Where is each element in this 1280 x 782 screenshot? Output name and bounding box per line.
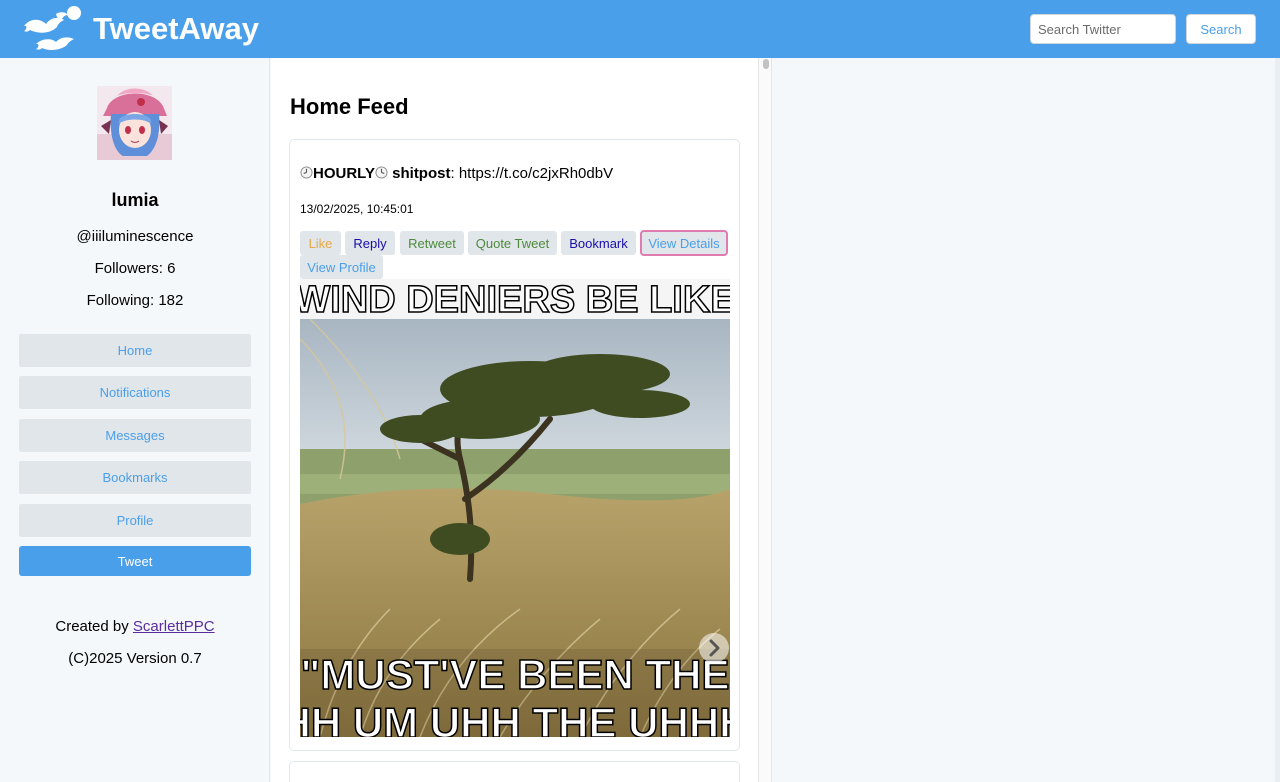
credit-link[interactable]: ScarlettPPC (133, 618, 215, 635)
nav-home-button[interactable]: Home (19, 334, 251, 367)
avatar[interactable] (97, 86, 172, 160)
view-details-button[interactable]: View Details (640, 230, 728, 256)
search-input[interactable] (1030, 14, 1176, 44)
right-column (772, 58, 1280, 782)
tweet-button[interactable]: Tweet (19, 546, 251, 576)
clock-icon (300, 166, 313, 179)
retweet-button[interactable]: Retweet (400, 231, 464, 255)
nav-bookmarks-button[interactable]: Bookmarks (19, 461, 251, 494)
avatar-image (97, 86, 172, 160)
like-button[interactable]: Like (300, 231, 341, 255)
meme-caption-bottom-2: HH UM UHH THE UHHH (300, 699, 730, 737)
nav-notifications-button[interactable]: Notifications (19, 376, 251, 409)
followers-count: Followers: 6 (94, 260, 176, 277)
credit-line: Created by ScarlettPPC (0, 618, 270, 635)
reply-button[interactable]: Reply (345, 231, 395, 255)
sidebar: lumia @iiiluminescence Followers: 6 Foll… (0, 58, 270, 782)
view-profile-button[interactable]: View Profile (300, 255, 383, 279)
tweet-hourly-label: HOURLY (313, 165, 375, 182)
tweet-text: HOURLY shitpost: https://t.co/c2jxRh0dbV (300, 165, 613, 182)
clock-icon (375, 166, 388, 179)
tweet-author[interactable]: shitpost (392, 165, 450, 182)
scrollbar-thumb[interactable] (763, 59, 769, 69)
nav-profile-button[interactable]: Profile (19, 504, 251, 537)
following-count: Following: 182 (86, 292, 184, 309)
meme-image: WIND DENIERS BE LIKE "MUST'VE BEEN THE H… (300, 279, 730, 737)
tweetaway-logo-icon (24, 6, 81, 50)
brand-title: TweetAway (93, 11, 259, 46)
bookmark-button[interactable]: Bookmark (561, 231, 636, 255)
next-image-chevron-icon[interactable] (698, 632, 730, 664)
page-title: Home Feed (290, 94, 409, 119)
tweet-card-next (289, 761, 740, 782)
tweet-media-image[interactable]: WIND DENIERS BE LIKE "MUST'VE BEEN THE H… (300, 279, 730, 737)
window-right-edge (1275, 58, 1280, 782)
meme-caption-bottom-1: "MUST'VE BEEN THE (301, 651, 730, 698)
feed-scrollbar[interactable] (758, 58, 772, 782)
tweet-link[interactable]: : https://t.co/c2jxRh0dbV (450, 165, 613, 182)
meme-caption-top: WIND DENIERS BE LIKE (300, 279, 730, 321)
credit-prefix: Created by (55, 618, 133, 635)
version-text: (C)2025 Version 0.7 (68, 650, 202, 667)
tweet-timestamp: 13/02/2025, 10:45:01 (300, 202, 414, 216)
profile-handle: @iiiluminescence (76, 228, 194, 245)
top-header: TweetAway Search (0, 0, 1280, 58)
profile-display-name: lumia (111, 190, 159, 210)
quote-tweet-button[interactable]: Quote Tweet (468, 231, 557, 255)
nav-messages-button[interactable]: Messages (19, 419, 251, 452)
search-button[interactable]: Search (1186, 14, 1256, 44)
main-feed: Home Feed HOURLY shitpost: https://t.co/… (271, 58, 758, 782)
tweet-card: HOURLY shitpost: https://t.co/c2jxRh0dbV… (289, 139, 740, 751)
